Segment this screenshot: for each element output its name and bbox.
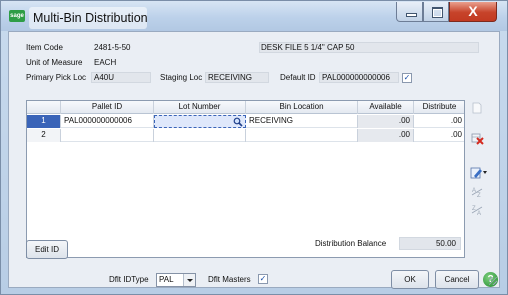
primary-pick-value: A40U xyxy=(94,73,115,82)
cancel-button[interactable]: Cancel xyxy=(435,270,479,289)
ok-button[interactable]: OK xyxy=(391,270,429,289)
lot-number-cell[interactable] xyxy=(154,129,246,142)
dflt-masters-label: Dflt Masters xyxy=(208,275,251,284)
close-button[interactable]: X xyxy=(449,2,497,22)
close-icon: X xyxy=(468,3,478,19)
table-row[interactable]: 2 .00 .00 xyxy=(27,129,464,142)
distribution-balance-value: 50.00 xyxy=(435,239,456,248)
cancel-label: Cancel xyxy=(444,275,470,284)
row-number[interactable]: 1 xyxy=(27,115,61,128)
item-description-box: DESK FILE 5 1/4" CAP 50 xyxy=(259,42,479,53)
uom-label: Unit of Measure xyxy=(26,58,83,67)
column-header-bin-location[interactable]: Bin Location xyxy=(246,101,358,114)
edit-id-label: Edit ID xyxy=(34,245,59,254)
primary-pick-box: A40U xyxy=(91,72,151,83)
sage-app-icon: sage xyxy=(9,10,25,22)
chevron-down-icon[interactable] xyxy=(183,274,195,286)
grid-header: Pallet ID Lot Number Bin Location Availa… xyxy=(27,101,464,114)
column-header-distribute[interactable]: Distribute xyxy=(414,101,464,114)
dflt-id-type-select[interactable]: PAL xyxy=(156,273,196,287)
staging-loc-value: RECEIVING xyxy=(208,73,253,82)
maximize-button[interactable] xyxy=(423,2,449,22)
ok-label: OK xyxy=(404,275,416,284)
available-cell: .00 xyxy=(358,129,414,142)
default-id-box: PAL000000000006 xyxy=(319,72,399,83)
dflt-id-type-value: PAL xyxy=(159,275,174,284)
dialog-body: Item Code 2481-5-50 DESK FILE 5 1/4" CAP… xyxy=(8,31,500,289)
edit-menu-icon[interactable] xyxy=(470,166,488,180)
distribution-balance-box: 50.00 xyxy=(399,237,461,250)
sort-descending-icon[interactable]: Z A xyxy=(471,204,484,216)
column-header-available[interactable]: Available xyxy=(358,101,414,114)
dflt-masters-checkbox[interactable]: ✓ xyxy=(258,274,268,284)
item-description: DESK FILE 5 1/4" CAP 50 xyxy=(261,43,355,52)
sort-ascending-icon[interactable]: A Z xyxy=(471,186,484,198)
distribute-cell[interactable]: .00 xyxy=(414,129,464,142)
window-title: Multi-Bin Distribution xyxy=(29,7,148,29)
column-header-row-number xyxy=(27,101,61,114)
default-id-checkbox[interactable]: ✓ xyxy=(402,73,412,83)
pallet-id-cell[interactable]: PAL000000000006 xyxy=(61,115,154,128)
lot-number-cell[interactable] xyxy=(154,115,246,128)
default-id-value: PAL000000000006 xyxy=(322,73,390,82)
primary-pick-label: Primary Pick Loc xyxy=(26,73,87,82)
distribution-balance-label: Distribution Balance xyxy=(315,239,387,248)
table-row[interactable]: 1 PAL000000000006 RECEIVING .00 .00 xyxy=(27,115,464,128)
default-id-label: Default ID xyxy=(280,73,316,82)
bin-location-cell[interactable]: RECEIVING xyxy=(246,115,358,128)
row-number[interactable]: 2 xyxy=(27,129,61,142)
edit-id-button[interactable]: Edit ID xyxy=(26,240,68,259)
pallet-id-cell[interactable] xyxy=(61,129,154,142)
distribution-grid: Pallet ID Lot Number Bin Location Availa… xyxy=(26,100,465,258)
resize-grip-icon[interactable] xyxy=(489,277,497,285)
lot-search-icon[interactable] xyxy=(233,117,243,127)
available-cell: .00 xyxy=(358,115,414,128)
blank-page-icon[interactable] xyxy=(471,102,483,114)
minimize-button[interactable] xyxy=(396,2,423,22)
item-code-value: 2481-5-50 xyxy=(94,43,131,52)
staging-loc-box: RECEIVING xyxy=(205,72,269,83)
bin-location-cell[interactable] xyxy=(246,129,358,142)
svg-text:A: A xyxy=(477,211,481,216)
column-header-lot-number[interactable]: Lot Number xyxy=(154,101,246,114)
multi-bin-distribution-window: sage Multi-Bin Distribution X Item Code … xyxy=(0,0,508,295)
staging-loc-label: Staging Loc xyxy=(160,73,203,82)
title-bar[interactable]: sage Multi-Bin Distribution X xyxy=(1,1,507,31)
svg-text:Z: Z xyxy=(477,193,481,198)
dflt-id-type-label: Dflt IDType xyxy=(109,275,149,284)
column-header-pallet-id[interactable]: Pallet ID xyxy=(61,101,154,114)
delete-row-icon[interactable] xyxy=(471,132,484,145)
uom-value: EACH xyxy=(94,58,117,67)
distribute-cell[interactable]: .00 xyxy=(414,115,464,128)
item-code-label: Item Code xyxy=(26,43,63,52)
